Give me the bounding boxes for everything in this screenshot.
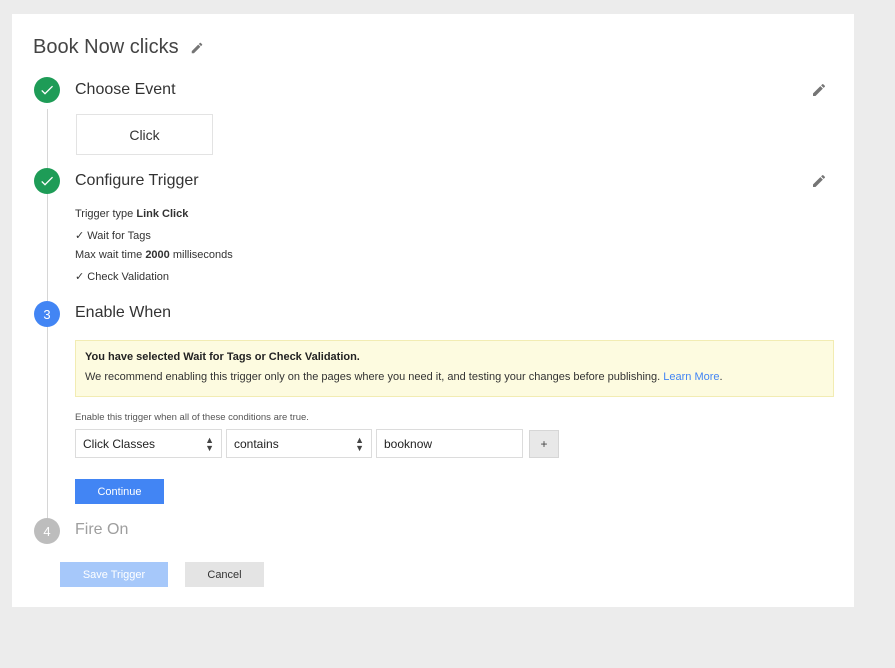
trigger-name[interactable]: Book Now clicks — [33, 36, 179, 59]
edit-configure-trigger-pencil-icon[interactable] — [811, 173, 827, 189]
trigger-type-value: Link Click — [136, 208, 189, 220]
check-validation-line: ✓ Check Validation — [75, 271, 170, 283]
step-3-badge: 3 — [34, 301, 60, 327]
variable-select-value: Click Classes — [83, 436, 156, 451]
wait-for-tags-line: ✓ Wait for Tags — [75, 230, 151, 242]
step-configure-trigger-title: Configure Trigger — [75, 172, 199, 189]
checkmark-icon: ✓ — [75, 271, 85, 283]
notice-title: You have selected Wait for Tags or Check… — [85, 351, 360, 363]
trigger-type-line: Trigger type Link Click — [75, 208, 189, 220]
cancel-button[interactable]: Cancel — [185, 562, 264, 587]
step-fire-on-title[interactable]: Fire On — [75, 521, 128, 539]
event-type-box[interactable]: Click — [76, 114, 213, 155]
learn-more-link[interactable]: Learn More — [663, 371, 719, 383]
notice-body: We recommend enabling this trigger only … — [85, 371, 723, 383]
variable-select[interactable]: Click Classes ▲ ▼ — [75, 429, 222, 458]
event-type-label: Click — [129, 126, 160, 143]
condition-value-text: booknow — [384, 436, 433, 451]
wait-for-tags-notice: You have selected Wait for Tags or Check… — [75, 340, 834, 397]
operator-select-value: contains — [234, 436, 279, 451]
conditions-label: Enable this trigger when all of these co… — [75, 412, 309, 423]
max-wait-value: 2000 — [145, 249, 170, 261]
step-2-complete-check-icon — [34, 168, 60, 194]
step-choose-event-title: Choose Event — [75, 81, 176, 98]
checkmark-icon: ✓ — [75, 230, 85, 242]
select-arrows-icon: ▲ ▼ — [355, 434, 364, 453]
condition-value-input[interactable]: booknow — [376, 429, 523, 458]
edit-name-pencil-icon[interactable] — [190, 41, 204, 55]
trigger-editor-card: Book Now clicks Choose Event Click Confi… — [12, 14, 854, 607]
operator-select[interactable]: contains ▲ ▼ — [226, 429, 372, 458]
step-4-badge: 4 — [34, 518, 60, 544]
edit-choose-event-pencil-icon[interactable] — [811, 82, 827, 98]
add-condition-button[interactable]: + — [529, 430, 559, 458]
max-wait-line: Max wait time 2000 milliseconds — [75, 249, 233, 261]
select-arrows-icon: ▲ ▼ — [205, 434, 214, 453]
step-enable-when-title: Enable When — [75, 304, 172, 321]
save-trigger-button[interactable]: Save Trigger — [60, 562, 168, 587]
step-1-complete-check-icon — [34, 77, 60, 103]
continue-button[interactable]: Continue — [75, 479, 164, 504]
